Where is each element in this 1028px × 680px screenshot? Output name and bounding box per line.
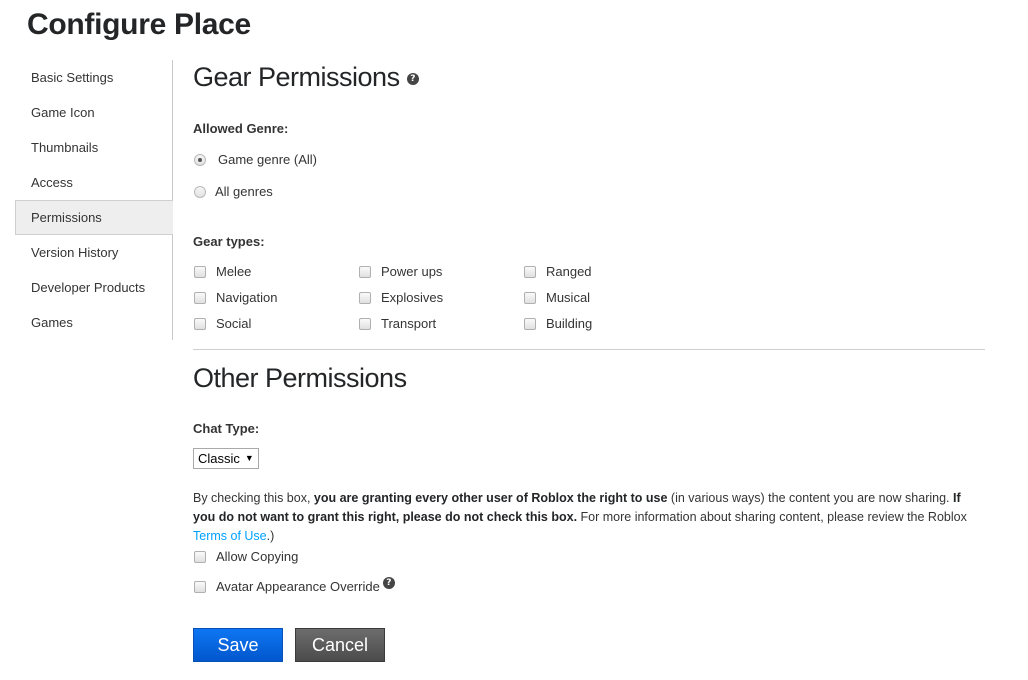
sidebar-item-basic-settings[interactable]: Basic Settings	[15, 60, 173, 95]
checkbox-social[interactable]: Social	[194, 316, 251, 331]
checkbox[interactable]	[524, 317, 536, 330]
other-permissions-title: Other Permissions	[193, 363, 407, 393]
checkbox[interactable]	[194, 291, 206, 304]
checkbox[interactable]	[524, 265, 536, 278]
checkbox[interactable]	[194, 317, 206, 330]
disclaimer-text: For more information about sharing conte…	[577, 510, 967, 524]
checkbox-label: Transport	[381, 316, 437, 331]
checkbox-label: Power ups	[381, 264, 443, 279]
checkbox-avatar-override[interactable]: Avatar Appearance Override ?	[194, 576, 395, 594]
radio-button[interactable]	[194, 185, 206, 198]
sidebar-item-thumbnails[interactable]: Thumbnails	[15, 130, 173, 165]
checkbox[interactable]	[359, 291, 371, 304]
checkbox-label: Allow Copying	[216, 549, 299, 564]
checkbox-label: Navigation	[216, 290, 278, 305]
checkbox-label: Explosives	[381, 290, 444, 305]
question-circle-icon[interactable]: ?	[382, 576, 395, 589]
checkbox-melee[interactable]: Melee	[194, 264, 251, 279]
sidebar-item-access[interactable]: Access	[15, 165, 173, 200]
save-button[interactable]: Save	[193, 628, 283, 662]
checkbox[interactable]	[194, 580, 206, 593]
radio-game-genre[interactable]: Game genre (All)	[194, 152, 317, 167]
checkbox-allow-copying[interactable]: Allow Copying	[194, 549, 298, 564]
gear-permissions-heading: Gear Permissions ?	[193, 62, 419, 93]
question-circle-icon[interactable]: ?	[406, 72, 419, 85]
radio-button[interactable]	[194, 153, 206, 166]
radio-label: All genres	[215, 184, 273, 199]
terms-of-use-link[interactable]: Terms of Use	[193, 529, 267, 543]
disclaimer-text: By checking this box,	[193, 491, 314, 505]
checkbox-explosives[interactable]: Explosives	[359, 290, 443, 305]
disclaimer-bold: you are granting every other user of Rob…	[313, 491, 668, 505]
chat-type-value: Classic	[198, 451, 240, 466]
checkbox[interactable]	[359, 265, 371, 278]
checkbox-label: Melee	[216, 264, 252, 279]
disclaimer-text: (in various ways) the content you are no…	[667, 491, 953, 505]
sidebar-item-game-icon[interactable]: Game Icon	[15, 95, 173, 130]
radio-all-genres[interactable]: All genres	[194, 184, 273, 199]
sidebar-item-version-history[interactable]: Version History	[15, 235, 173, 270]
main-content: Gear Permissions ? Allowed Genre: Game g…	[193, 0, 993, 680]
disclaimer-text: .)	[266, 529, 275, 543]
checkbox-label: Avatar Appearance Override	[216, 579, 380, 594]
checkbox-power-ups[interactable]: Power ups	[359, 264, 442, 279]
checkbox-musical[interactable]: Musical	[524, 290, 590, 305]
checkbox-label: Ranged	[546, 264, 592, 279]
chat-type-select[interactable]: Classic ▼	[193, 448, 259, 469]
checkbox[interactable]	[194, 265, 206, 278]
caret-down-icon: ▼	[244, 453, 254, 463]
allowed-genre-label: Allowed Genre:	[193, 121, 289, 136]
checkbox-ranged[interactable]: Ranged	[524, 264, 592, 279]
section-divider	[193, 349, 985, 350]
checkbox-transport[interactable]: Transport	[359, 316, 436, 331]
checkbox-label: Building	[546, 316, 593, 331]
radio-label: Game genre (All)	[218, 152, 317, 167]
cancel-button[interactable]: Cancel	[295, 628, 385, 662]
checkbox[interactable]	[194, 550, 206, 563]
checkbox[interactable]	[359, 317, 371, 330]
sidebar-item-games[interactable]: Games	[15, 305, 173, 340]
checkbox-navigation[interactable]: Navigation	[194, 290, 277, 305]
sharing-disclaimer: By checking this box, you are granting e…	[193, 489, 985, 546]
sidebar-item-developer-products[interactable]: Developer Products	[15, 270, 173, 305]
sidebar-nav: Basic Settings Game Icon Thumbnails Acce…	[15, 60, 173, 340]
checkbox-building[interactable]: Building	[524, 316, 592, 331]
chat-type-label: Chat Type:	[193, 421, 260, 436]
sidebar-item-permissions[interactable]: Permissions	[15, 200, 173, 235]
checkbox-label: Social	[216, 316, 252, 331]
checkbox-label: Musical	[546, 290, 591, 305]
gear-permissions-title: Gear Permissions	[193, 62, 400, 92]
gear-types-label: Gear types:	[193, 234, 265, 249]
checkbox[interactable]	[524, 291, 536, 304]
